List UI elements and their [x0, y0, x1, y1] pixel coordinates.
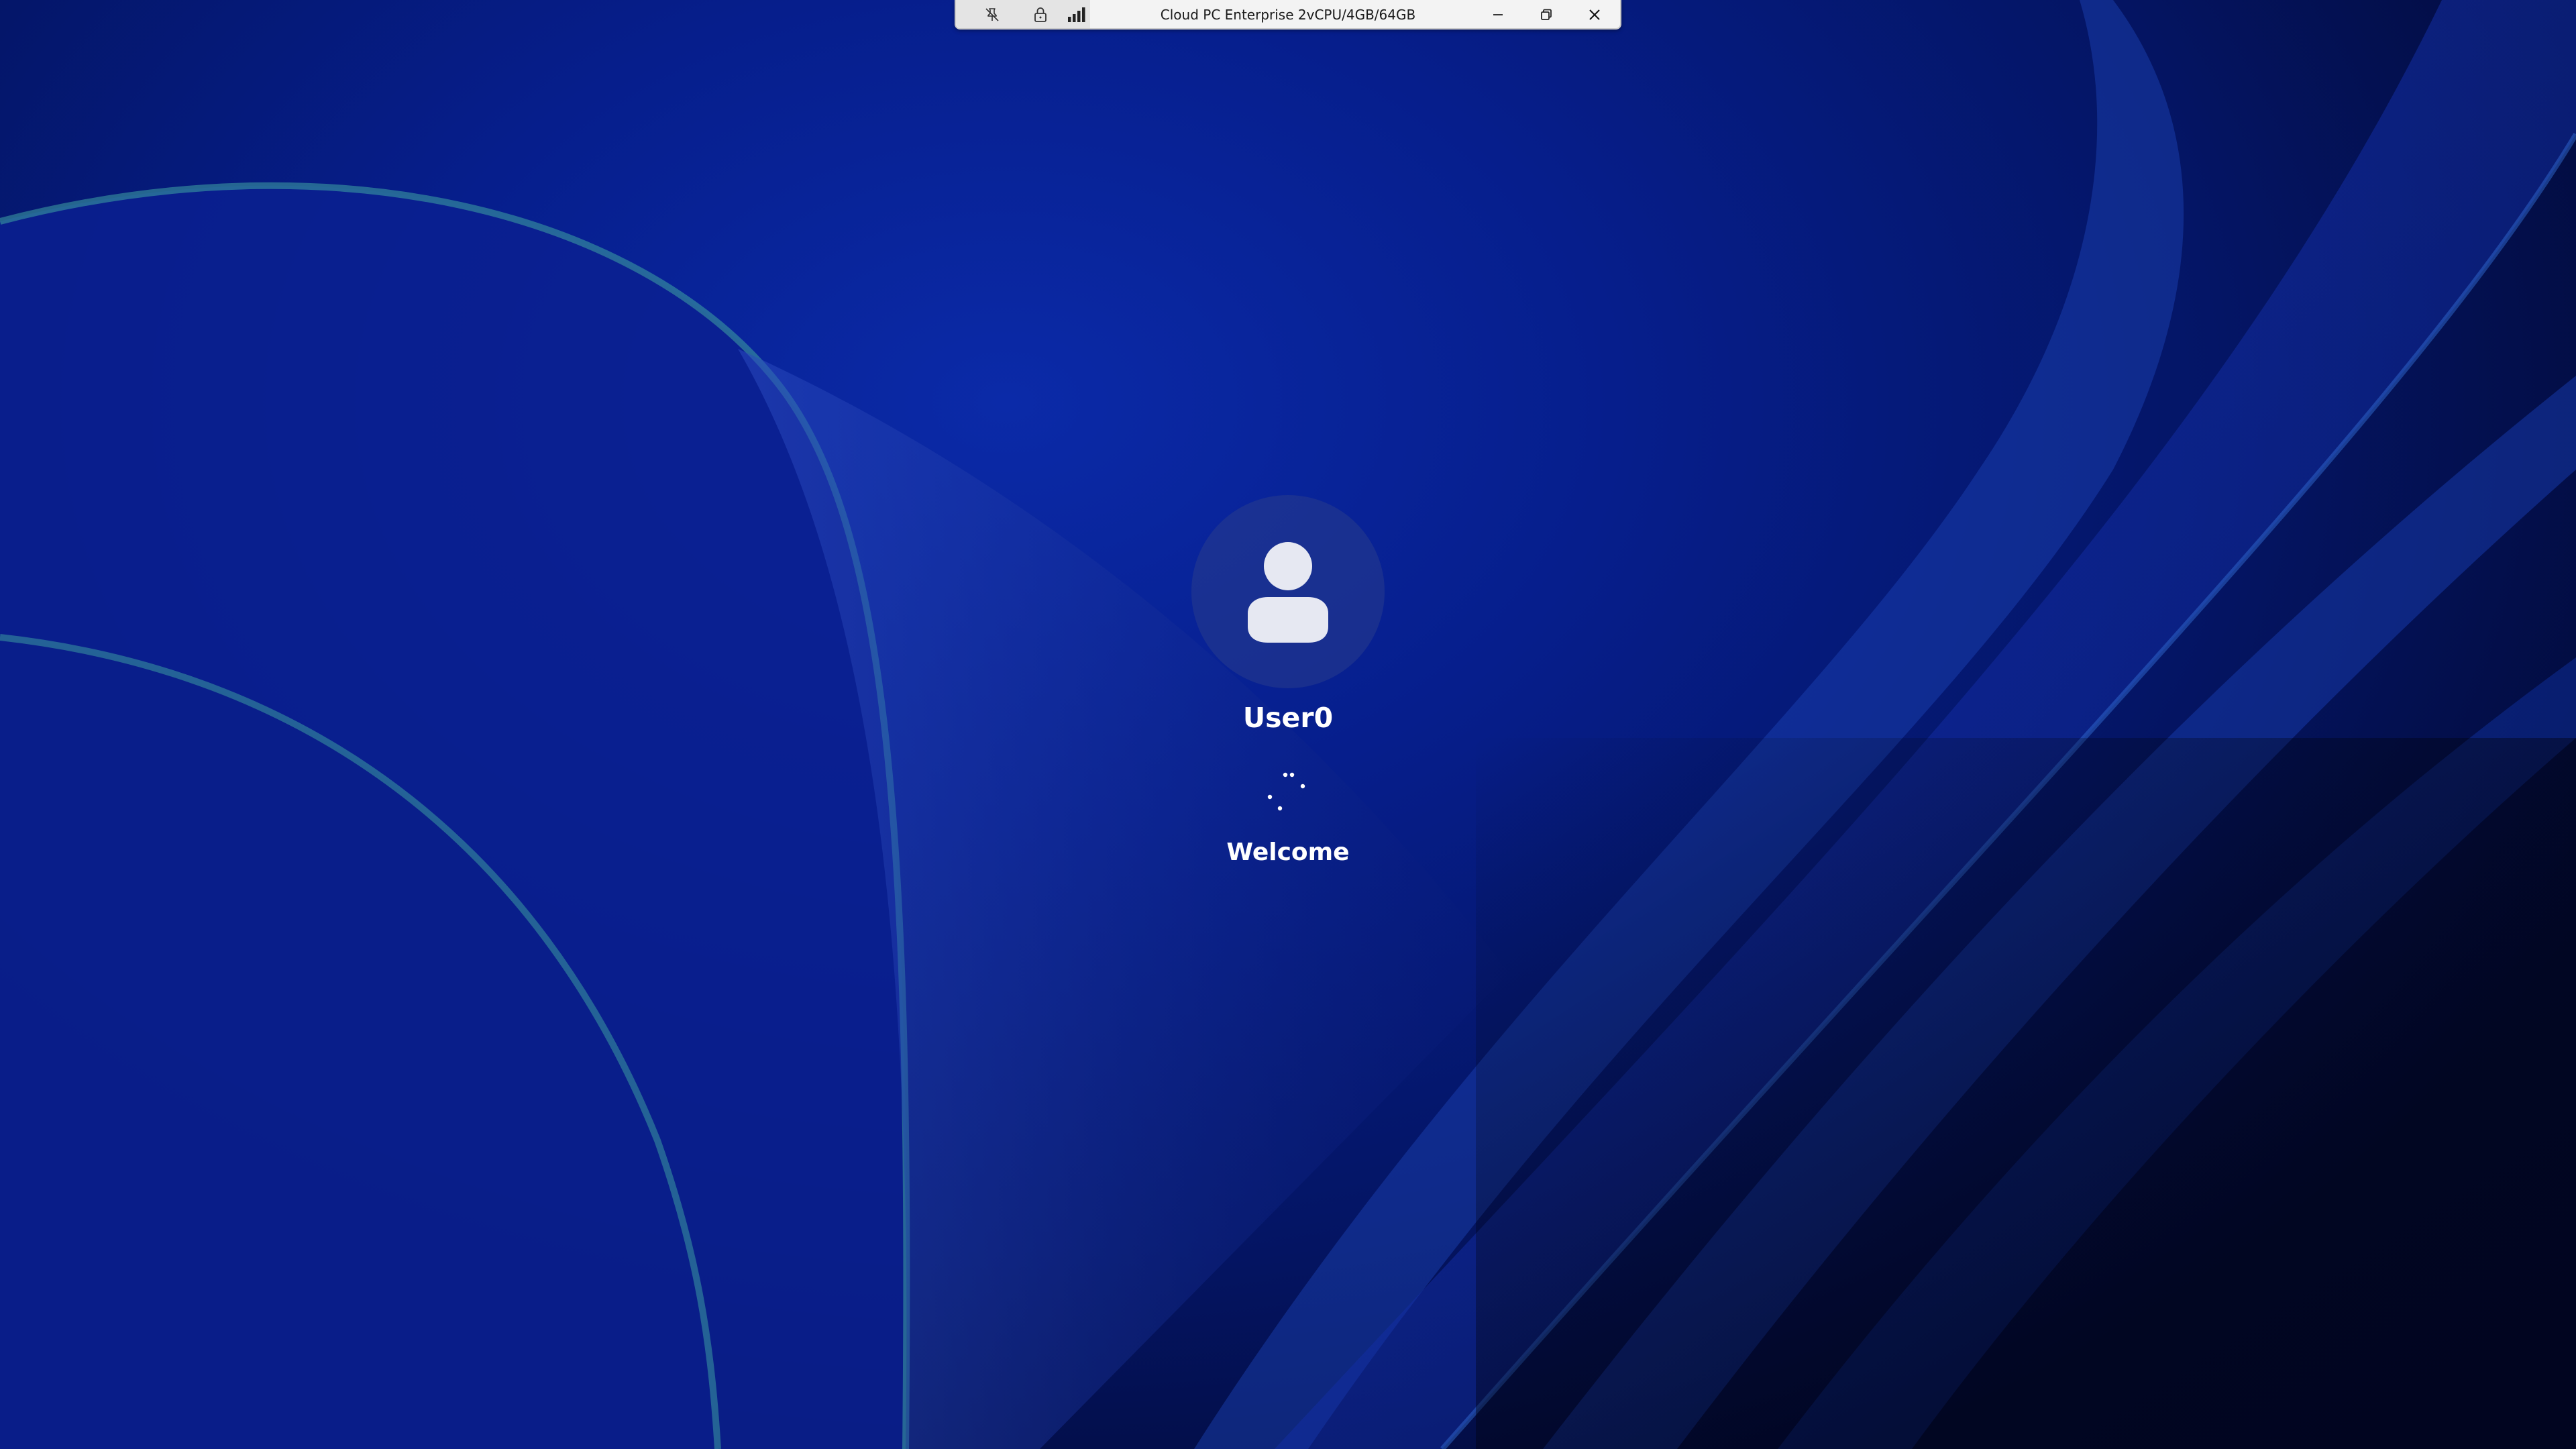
- close-icon[interactable]: [1585, 5, 1605, 25]
- minimize-icon[interactable]: [1488, 5, 1508, 25]
- user-avatar-icon: [1248, 542, 1328, 643]
- welcome-status: Welcome: [1226, 839, 1350, 866]
- loading-spinner-icon: [1267, 772, 1305, 811]
- connection-title: Cloud PC Enterprise 2vCPU/4GB/64GB: [1160, 7, 1416, 23]
- user-avatar: [1191, 495, 1385, 688]
- lock-screen-desktop: Cloud PC Enterprise 2vCPU/4GB/64GB User0: [0, 0, 2576, 1449]
- lock-icon[interactable]: [1030, 5, 1051, 25]
- connection-bar: Cloud PC Enterprise 2vCPU/4GB/64GB: [955, 0, 1621, 30]
- restore-icon[interactable]: [1536, 5, 1556, 25]
- signal-strength-icon[interactable]: [1067, 5, 1087, 25]
- pin-off-icon[interactable]: [982, 5, 1002, 25]
- username-label: User0: [1242, 702, 1334, 734]
